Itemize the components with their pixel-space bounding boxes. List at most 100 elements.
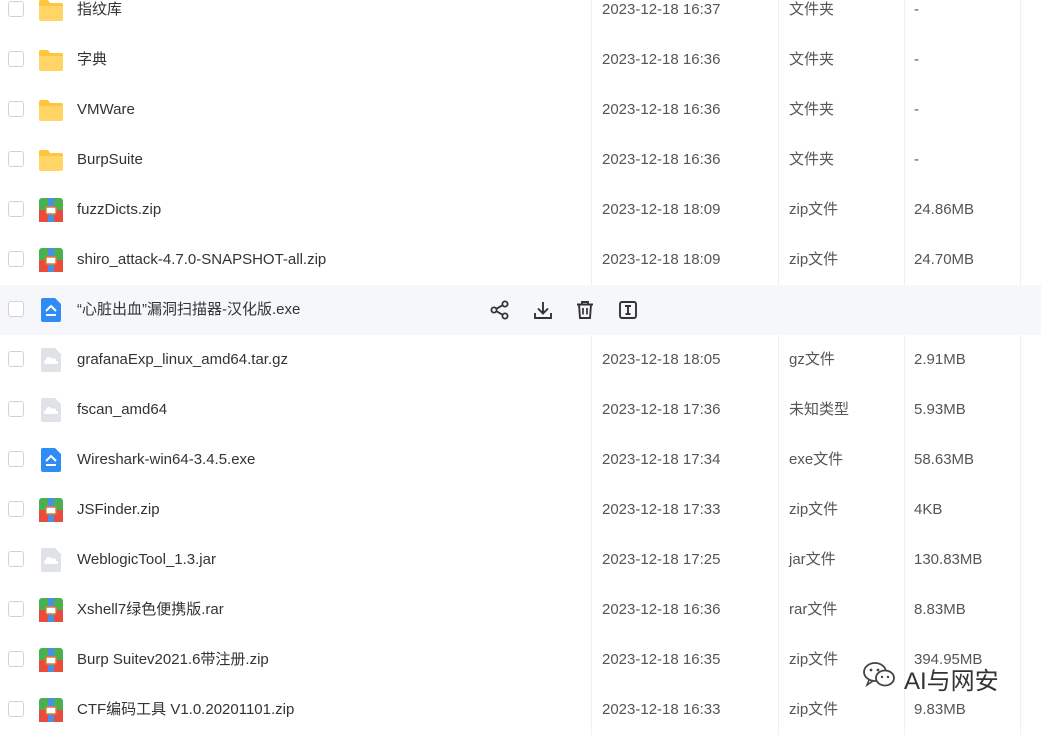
column-divider bbox=[778, 685, 779, 735]
column-divider bbox=[904, 385, 905, 435]
file-date: 2023-12-18 18:09 bbox=[602, 201, 721, 218]
row-checkbox[interactable] bbox=[8, 651, 24, 667]
column-divider bbox=[1020, 435, 1021, 485]
file-name[interactable]: JSFinder.zip bbox=[77, 485, 160, 535]
column-divider bbox=[904, 135, 905, 185]
column-divider bbox=[591, 685, 592, 735]
column-divider bbox=[591, 535, 592, 585]
row-checkbox[interactable] bbox=[8, 701, 24, 717]
row-checkbox[interactable] bbox=[8, 251, 24, 267]
zip-icon bbox=[38, 247, 64, 273]
folder-icon bbox=[38, 47, 64, 73]
file-name[interactable]: VMWare bbox=[77, 85, 135, 135]
file-name[interactable]: grafanaExp_linux_amd64.tar.gz bbox=[77, 335, 288, 385]
file-row[interactable]: fuzzDicts.zip 2023-12-18 18:09 zip文件 24.86M… bbox=[0, 185, 1041, 235]
column-divider bbox=[591, 585, 592, 635]
column-divider bbox=[591, 635, 592, 685]
file-row[interactable]: WeblogicTool_1.3.jar 2023-12-18 17:25 jar文… bbox=[0, 535, 1041, 585]
file-row[interactable]: VMWare 2023-12-18 16:36 文件夹 - bbox=[0, 85, 1041, 135]
file-size: 5.93MB bbox=[914, 401, 966, 418]
column-divider bbox=[778, 485, 779, 535]
file-type: zip文件 bbox=[789, 251, 839, 268]
column-divider bbox=[904, 585, 905, 635]
column-divider bbox=[591, 135, 592, 185]
file-row[interactable]: 指纹库 2023-12-18 16:37 文件夹 - bbox=[0, 0, 1041, 35]
file-date: 2023-12-18 16:35 bbox=[602, 651, 721, 668]
row-checkbox[interactable] bbox=[8, 101, 24, 117]
file-name[interactable]: fscan_amd64 bbox=[77, 385, 167, 435]
file-row[interactable]: Wireshark-win64-3.4.5.exe 2023-12-18 17:3… bbox=[0, 435, 1041, 485]
file-row[interactable]: Xshell7绿色便携版.rar 2023-12-18 16:36 rar文件 8.8… bbox=[0, 585, 1041, 635]
file-size: 4KB bbox=[914, 501, 943, 518]
file-date: 2023-12-18 16:36 bbox=[602, 151, 721, 168]
column-divider bbox=[591, 185, 592, 235]
column-divider bbox=[591, 235, 592, 285]
file-type: 文件夹 bbox=[789, 1, 835, 18]
column-divider bbox=[778, 635, 779, 685]
column-divider bbox=[778, 85, 779, 135]
file-date: 2023-12-18 16:36 bbox=[602, 51, 721, 68]
row-checkbox[interactable] bbox=[8, 401, 24, 417]
file-row[interactable]: grafanaExp_linux_amd64.tar.gz 2023-12-18 … bbox=[0, 335, 1041, 385]
row-checkbox[interactable] bbox=[8, 451, 24, 467]
column-divider bbox=[1020, 35, 1021, 85]
file-name[interactable]: Xshell7绿色便携版.rar bbox=[77, 585, 224, 635]
column-divider bbox=[1020, 235, 1021, 285]
column-divider bbox=[591, 435, 592, 485]
watermark-text: AI与网安 bbox=[904, 667, 999, 695]
exe-icon bbox=[38, 297, 64, 323]
row-checkbox[interactable] bbox=[8, 501, 24, 517]
file-name[interactable]: BurpSuite bbox=[77, 135, 143, 185]
row-checkbox[interactable] bbox=[8, 201, 24, 217]
column-divider bbox=[778, 235, 779, 285]
file-name[interactable]: WeblogicTool_1.3.jar bbox=[77, 535, 216, 585]
exe-icon bbox=[38, 447, 64, 473]
column-divider bbox=[778, 435, 779, 485]
file-row[interactable]: 字典 2023-12-18 16:36 文件夹 - bbox=[0, 35, 1041, 85]
file-type: zip文件 bbox=[789, 701, 839, 718]
file-row[interactable]: fscan_amd64 2023-12-18 17:36 未知类型 5.93MB bbox=[0, 385, 1041, 435]
file-name[interactable]: shiro_attack-4.7.0-SNAPSHOT-all.zip bbox=[77, 235, 326, 285]
row-checkbox[interactable] bbox=[8, 551, 24, 567]
row-checkbox[interactable] bbox=[8, 1, 24, 17]
file-date: 2023-12-18 17:36 bbox=[602, 401, 721, 418]
file-type: rar文件 bbox=[789, 601, 838, 618]
column-divider bbox=[904, 235, 905, 285]
row-checkbox[interactable] bbox=[8, 51, 24, 67]
unknown-file-icon bbox=[38, 347, 64, 373]
zip-icon bbox=[38, 497, 64, 523]
row-checkbox[interactable] bbox=[8, 601, 24, 617]
file-name[interactable]: CTF编码工具 V1.0.20201101.zip bbox=[77, 685, 294, 735]
download-icon[interactable] bbox=[531, 298, 555, 322]
file-size: 2.91MB bbox=[914, 351, 966, 368]
column-divider bbox=[1020, 0, 1021, 35]
row-checkbox[interactable] bbox=[8, 301, 24, 317]
column-divider bbox=[1020, 535, 1021, 585]
file-row[interactable]: shiro_attack-4.7.0-SNAPSHOT-all.zip 2023-… bbox=[0, 235, 1041, 285]
file-size: - bbox=[914, 151, 919, 168]
file-name[interactable]: 指纹库 bbox=[77, 0, 122, 35]
file-date: 2023-12-18 18:09 bbox=[602, 251, 721, 268]
column-divider bbox=[904, 435, 905, 485]
column-divider bbox=[1020, 485, 1021, 535]
row-checkbox[interactable] bbox=[8, 351, 24, 367]
share-icon[interactable] bbox=[488, 298, 512, 322]
file-name[interactable]: fuzzDicts.zip bbox=[77, 185, 161, 235]
column-divider bbox=[904, 535, 905, 585]
file-row[interactable]: JSFinder.zip 2023-12-18 17:33 zip文件 4KB bbox=[0, 485, 1041, 535]
file-row[interactable]: BurpSuite 2023-12-18 16:36 文件夹 - bbox=[0, 135, 1041, 185]
delete-icon[interactable] bbox=[573, 298, 597, 322]
column-divider bbox=[1020, 385, 1021, 435]
column-divider bbox=[591, 385, 592, 435]
file-date: 2023-12-18 17:34 bbox=[602, 451, 721, 468]
file-row[interactable]: “心脏出血”漏洞扫描器-汉化版.exe bbox=[0, 285, 1041, 335]
file-name[interactable]: Wireshark-win64-3.4.5.exe bbox=[77, 435, 255, 485]
column-divider bbox=[1020, 585, 1021, 635]
file-name[interactable]: 字典 bbox=[77, 35, 107, 85]
row-checkbox[interactable] bbox=[8, 151, 24, 167]
column-divider bbox=[778, 585, 779, 635]
file-name[interactable]: Burp Suitev2021.6带注册.zip bbox=[77, 635, 269, 685]
file-name[interactable]: “心脏出血”漏洞扫描器-汉化版.exe bbox=[77, 285, 300, 335]
file-type: zip文件 bbox=[789, 501, 839, 518]
rename-icon[interactable] bbox=[616, 298, 640, 322]
